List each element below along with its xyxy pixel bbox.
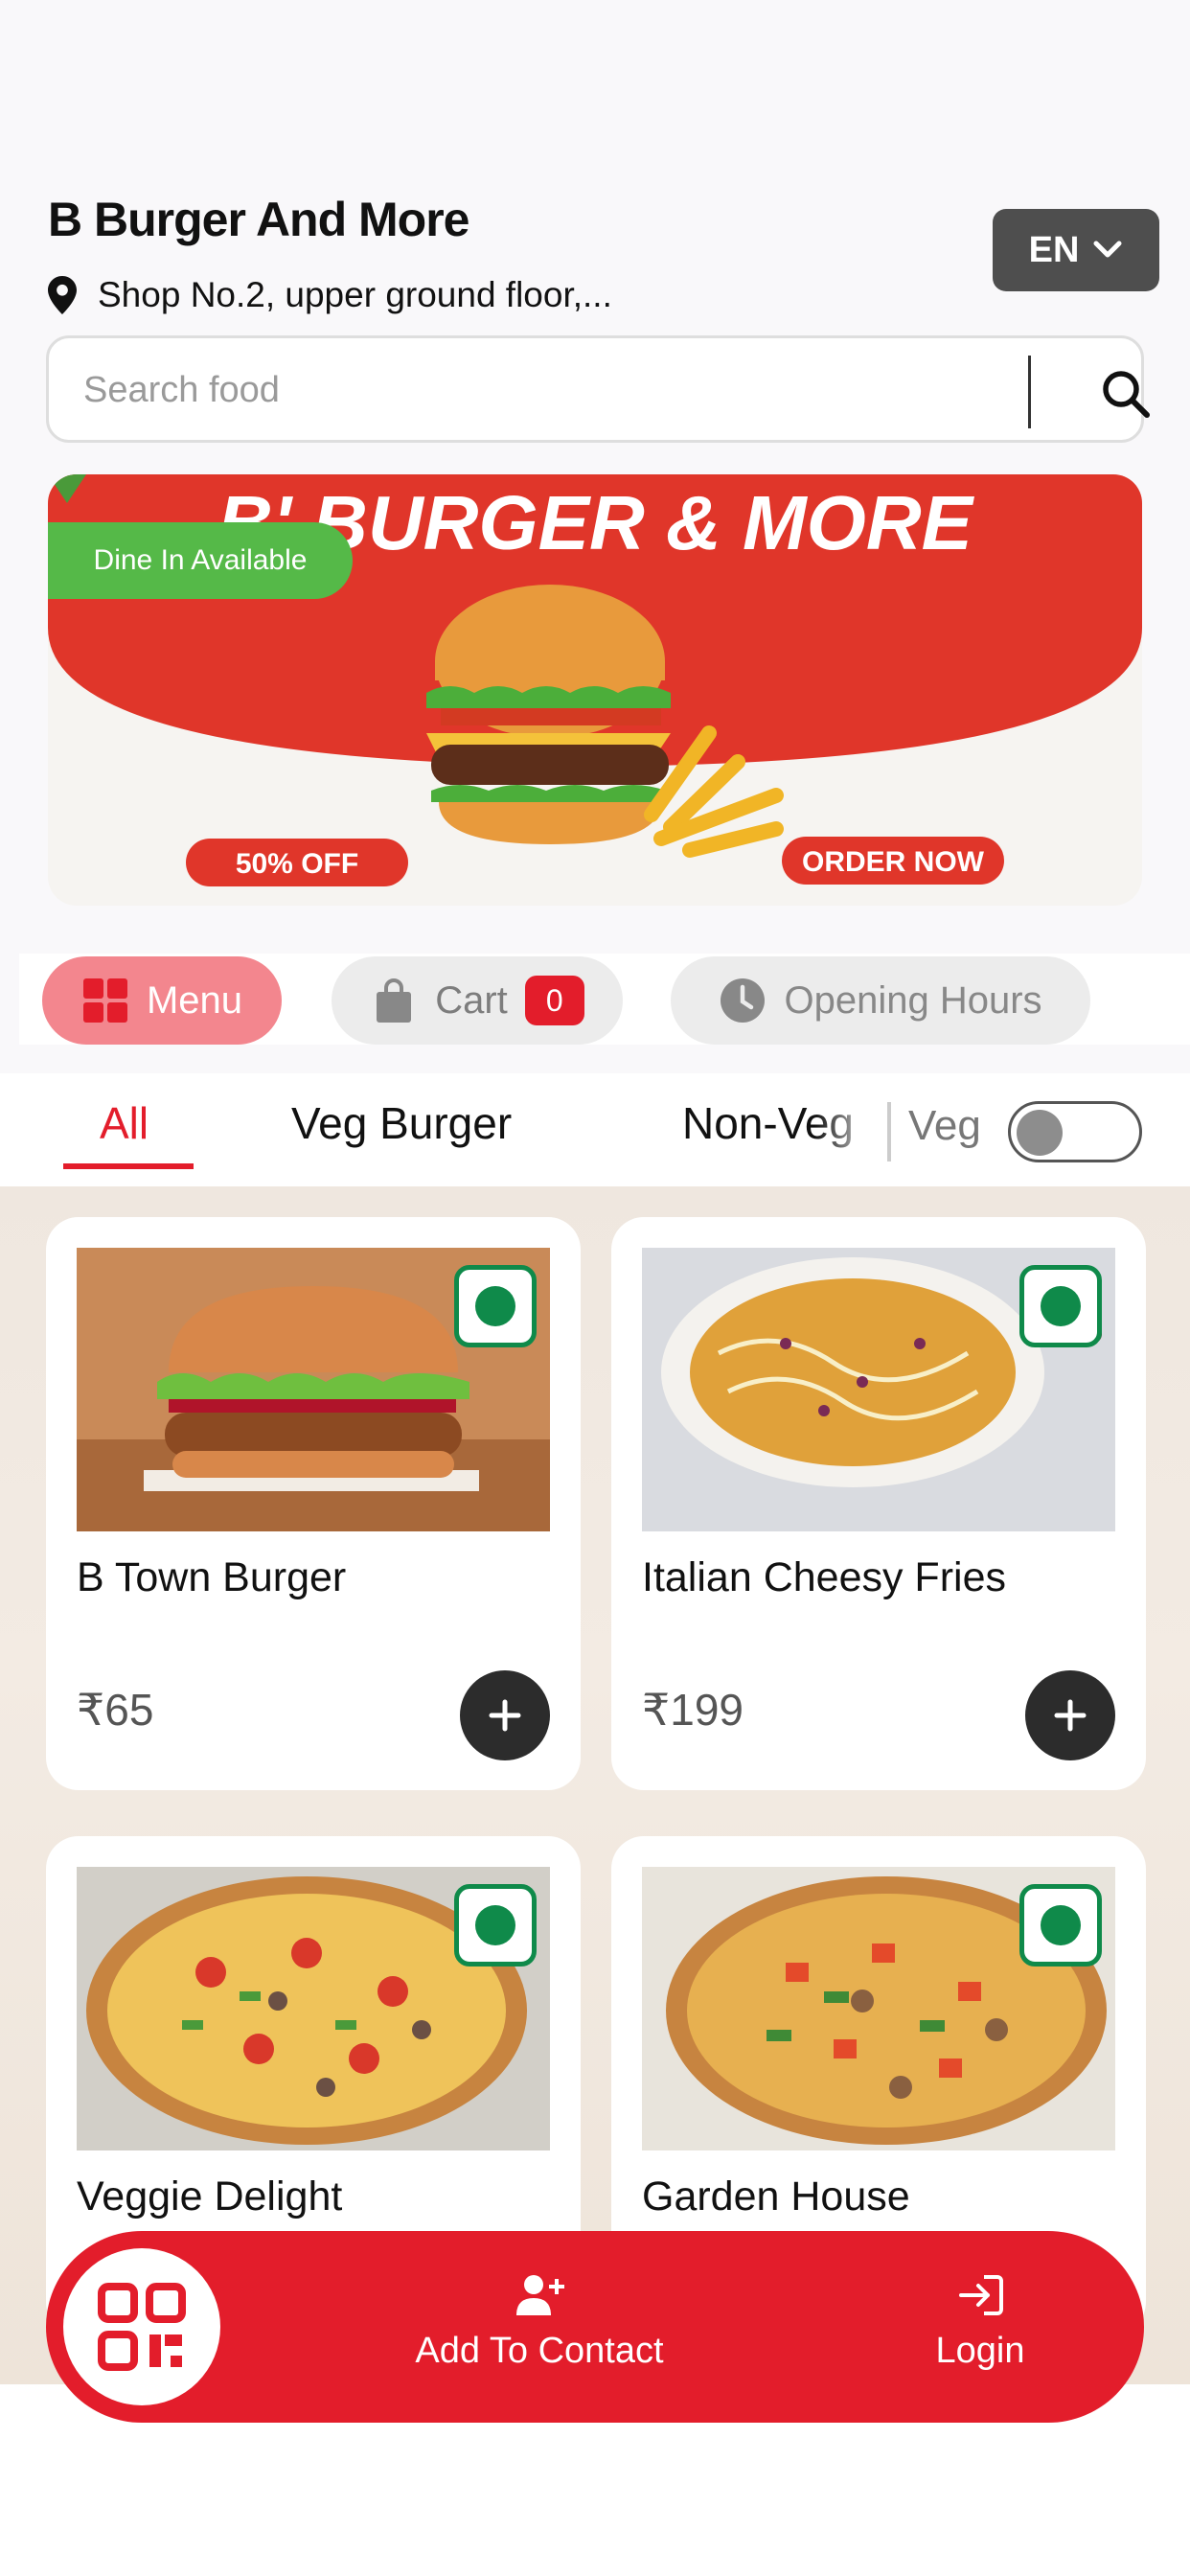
product-card[interactable]: Italian Cheesy Fries ₹199 (611, 1217, 1146, 1790)
add-to-cart-button[interactable] (460, 1670, 550, 1760)
veg-indicator-icon (1019, 1884, 1102, 1966)
clock-icon (721, 978, 766, 1023)
veg-filter-label: Veg (908, 1102, 981, 1149)
cart-count-badge: 0 (524, 976, 584, 1025)
veg-indicator-icon (454, 1884, 537, 1966)
add-user-icon (516, 2275, 564, 2315)
login-icon (959, 2275, 1003, 2315)
chevron-down-icon (1093, 241, 1122, 258)
category-all[interactable]: All (100, 1097, 149, 1149)
tab-cart-label: Cart (435, 978, 508, 1022)
bottom-action-bar: Add To Contact Login (46, 2231, 1144, 2423)
qr-code-icon (98, 2283, 186, 2371)
tab-menu[interactable]: Menu (42, 956, 282, 1045)
address-row[interactable]: Shop No.2, upper ground floor,... (48, 275, 612, 315)
product-price: ₹199 (642, 1685, 744, 1735)
product-card[interactable]: B Town Burger ₹65 (46, 1217, 581, 1790)
product-name: Italian Cheesy Fries (642, 1554, 1006, 1600)
add-to-contact-button[interactable]: Add To Contact (362, 2273, 717, 2372)
shop-name: B Burger And More (48, 193, 469, 246)
location-pin-icon (48, 276, 77, 314)
veg-only-toggle[interactable] (1008, 1101, 1142, 1162)
search-icon[interactable] (1099, 367, 1153, 421)
product-name: B Town Burger (77, 1554, 347, 1600)
tab-menu-label: Menu (146, 978, 243, 1022)
search-divider (1028, 356, 1031, 428)
tab-opening-hours[interactable]: Opening Hours (671, 956, 1090, 1045)
product-price: ₹65 (77, 1685, 154, 1735)
banner-cta: ORDER NOW (802, 846, 985, 878)
login-button[interactable]: Login (860, 2273, 1100, 2372)
plus-icon (489, 1699, 521, 1732)
category-veg-burger[interactable]: Veg Burger (291, 1097, 512, 1149)
search-bar (46, 335, 1150, 443)
language-selector[interactable]: EN (993, 209, 1159, 291)
product-name: Garden House (642, 2174, 910, 2220)
qr-code-button[interactable] (63, 2248, 220, 2405)
tab-opening-hours-label: Opening Hours (784, 978, 1042, 1022)
grid-icon (82, 978, 127, 1023)
add-to-contact-label: Add To Contact (415, 2331, 664, 2371)
veg-indicator-icon (1019, 1265, 1102, 1347)
dine-in-badge: Dine In Available (48, 522, 353, 599)
login-label: Login (935, 2331, 1025, 2371)
banner-offer: 50% OFF (236, 848, 358, 880)
veg-indicator-icon (454, 1265, 537, 1347)
language-label: EN (1028, 229, 1080, 270)
search-input[interactable] (83, 363, 994, 417)
tab-cart[interactable]: Cart 0 (332, 956, 623, 1045)
category-active-indicator (63, 1163, 194, 1169)
category-fade (814, 1092, 881, 1150)
add-to-cart-button[interactable] (1025, 1670, 1115, 1760)
toggle-knob (1017, 1110, 1063, 1156)
product-name: Veggie Delight (77, 2174, 343, 2220)
veg-filter-divider (887, 1102, 891, 1162)
bag-icon (377, 978, 412, 1023)
shop-address: Shop No.2, upper ground floor,... (98, 275, 612, 314)
plus-icon (1054, 1699, 1087, 1732)
